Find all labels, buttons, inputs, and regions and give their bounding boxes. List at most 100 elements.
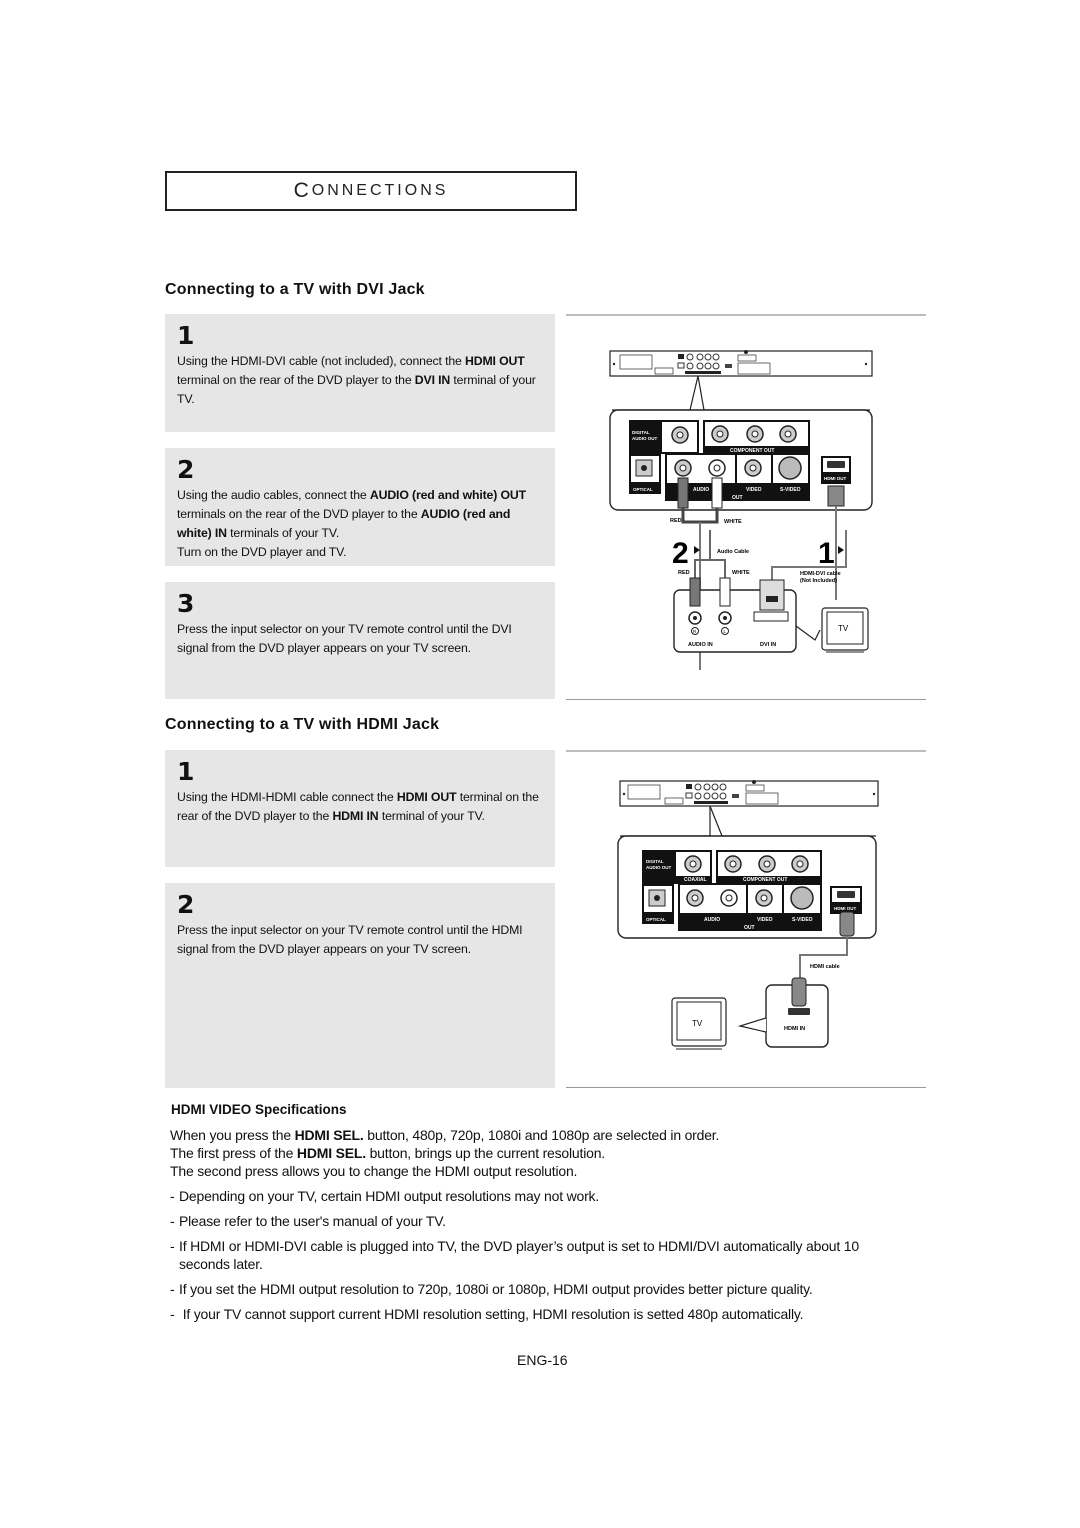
label-s-video: S-VIDEO xyxy=(792,917,813,923)
step-marker-1: 1 xyxy=(818,537,835,570)
label-white: WHITE xyxy=(724,519,742,525)
arrow-right-icon xyxy=(838,546,844,554)
label-digital: DIGITAL xyxy=(632,430,650,435)
bullet-text: If you set the HDMI output resolution to… xyxy=(179,1281,813,1297)
bullet-text: If your TV cannot support current HDMI r… xyxy=(179,1306,804,1322)
label-audio: AUDIO xyxy=(693,487,709,493)
text-segment: terminals on the rear of the DVD player … xyxy=(177,507,421,521)
specs-bullet: - If your TV cannot support current HDMI… xyxy=(170,1305,920,1323)
specs-bullet: - Please refer to the user's manual of y… xyxy=(170,1212,920,1230)
bullet-text: Please refer to the user's manual of you… xyxy=(179,1213,446,1229)
emphasis-text: AUDIO (red and white) OUT xyxy=(369,488,526,502)
specs-intro: When you press the HDMI SEL. button, 480… xyxy=(170,1126,920,1180)
step-number: 1 xyxy=(177,757,195,786)
text-segment: terminal of your TV. xyxy=(378,809,485,823)
bullet-marker: - xyxy=(170,1281,175,1297)
label-not-included: (Not Included) xyxy=(800,578,837,584)
dvi-step-2: 2 Using the audio cables, connect the AU… xyxy=(165,448,555,566)
dvi-section-title: Connecting to a TV with DVI Jack xyxy=(165,281,425,298)
label-digital: DIGITAL xyxy=(646,859,664,864)
text-segment: When you press the xyxy=(170,1127,295,1143)
text-segment: button, 480p, 720p, 1080i and 1080p are … xyxy=(363,1127,720,1143)
divider xyxy=(566,699,926,700)
specs-bullet: - If you set the HDMI output resolution … xyxy=(170,1280,920,1298)
divider xyxy=(566,750,926,752)
label-hdmi-out: HDMI OUT xyxy=(824,476,846,481)
dvi-step-1: 1 Using the HDMI-DVI cable (not included… xyxy=(165,314,555,432)
enlarged-rear-panel: DIGITAL AUDIO OUT COAXIAL COMPONENT OUT … xyxy=(617,835,877,939)
specs-intro-line: When you press the HDMI SEL. button, 480… xyxy=(170,1126,920,1144)
hdmi-section-title: Connecting to a TV with HDMI Jack xyxy=(165,716,440,733)
label-red: RED xyxy=(670,518,682,524)
text-segment: button, brings up the current resolution… xyxy=(365,1145,606,1161)
label-hdmi-out: HDMI OUT xyxy=(834,906,856,911)
emphasis-text: HDMI SEL. xyxy=(296,1145,366,1161)
label-out: OUT xyxy=(744,925,755,931)
tv-icon: TV xyxy=(671,997,727,1050)
label-white: WHITE xyxy=(732,570,750,576)
label-optical: OPTICAL xyxy=(633,487,653,492)
label-coaxial: COAXIAL xyxy=(684,877,707,883)
specs-intro-line: The second press allows you to change th… xyxy=(170,1162,920,1180)
specs-title: HDMI VIDEO Specifications xyxy=(171,1102,347,1117)
label-out: OUT xyxy=(732,495,743,501)
text-segment: terminals of your TV. xyxy=(226,526,340,540)
section-header-rest: ONNECTIONS xyxy=(311,182,449,199)
label-video: VIDEO xyxy=(757,917,773,923)
hdmi-step-2: 2 Press the input selector on your TV re… xyxy=(165,883,555,1088)
label-hdmi-dvi-cable: HDMI-DVI cable xyxy=(800,571,841,577)
label-video: VIDEO xyxy=(746,487,762,493)
label-audio-out: AUDIO OUT xyxy=(632,436,658,441)
step-text: Using the HDMI-DVI cable (not included),… xyxy=(177,352,543,409)
emphasis-text: HDMI OUT xyxy=(396,790,457,804)
step-number: 2 xyxy=(177,455,195,484)
dvi-step-3: 3 Press the input selector on your TV re… xyxy=(165,582,555,699)
text-segment: The second press allows you to change th… xyxy=(170,1163,578,1179)
label-audio: AUDIO xyxy=(704,917,720,923)
enlarged-rear-panel: DIGITAL AUDIO OUT COAXIAL COMPONENT OUT … xyxy=(609,409,873,511)
label-hdmi-in: HDMI IN xyxy=(784,1026,805,1032)
bullet-text: If HDMI or HDMI-DVI cable is plugged int… xyxy=(179,1238,859,1272)
label-component-out: COMPONENT OUT xyxy=(743,877,787,883)
section-header-initial: C xyxy=(293,179,312,202)
text-segment: Press the input selector on your TV remo… xyxy=(177,622,512,655)
step-number: 1 xyxy=(177,321,195,350)
bullet-marker: - xyxy=(170,1238,175,1254)
step-text: Press the input selector on your TV remo… xyxy=(177,921,543,959)
dvi-tv-connection-diagram: 2 1 Audio Cable RED WHITE HDMI-DVI cable… xyxy=(672,530,869,653)
specs-bullet: - If HDMI or HDMI-DVI cable is plugged i… xyxy=(170,1237,920,1273)
divider xyxy=(566,1087,926,1088)
bullet-marker: - xyxy=(170,1306,175,1322)
label-audio-in: AUDIO IN xyxy=(688,642,713,648)
label-s-video: S-VIDEO xyxy=(780,487,801,493)
step-text: Press the input selector on your TV remo… xyxy=(177,620,543,658)
specs-bullets: - Depending on your TV, certain HDMI out… xyxy=(170,1187,920,1323)
step-number: 2 xyxy=(177,890,195,919)
tv-icon: TV xyxy=(821,607,869,653)
text-segment: Using the HDMI-DVI cable (not included),… xyxy=(177,354,465,368)
emphasis-text: HDMI SEL. xyxy=(294,1127,364,1143)
dvd-player-rear-panel xyxy=(619,780,879,807)
text-segment: terminal on the rear of the DVD player t… xyxy=(177,373,415,387)
hdmi-step-1: 1 Using the HDMI-HDMI cable connect the … xyxy=(165,750,555,867)
arrow-right-icon xyxy=(694,546,700,554)
step-text: Using the audio cables, connect the AUDI… xyxy=(177,486,543,543)
bullet-text: Depending on your TV, certain HDMI outpu… xyxy=(179,1188,600,1204)
label-audio-out: AUDIO OUT xyxy=(646,865,672,870)
step-extra-text: Turn on the DVD player and TV. xyxy=(177,545,347,559)
label-hdmi-cable: HDMI cable xyxy=(810,964,840,970)
section-header: C ONNECTIONS xyxy=(165,171,577,211)
specs-bullet: - Depending on your TV, certain HDMI out… xyxy=(170,1187,920,1205)
emphasis-text: DVI IN xyxy=(414,373,451,387)
step-marker-2: 2 xyxy=(672,537,689,570)
bullet-marker: - xyxy=(170,1188,175,1204)
emphasis-text: HDMI OUT xyxy=(465,354,525,368)
label-optical: OPTICAL xyxy=(646,917,666,922)
dvd-player-rear-panel xyxy=(609,350,873,377)
hdmi-connection-diagram: DIGITAL AUDIO OUT COAXIAL COMPONENT OUT … xyxy=(617,780,879,1050)
label-audio-cable: Audio Cable xyxy=(717,549,749,555)
text-segment: Using the audio cables, connect the xyxy=(177,488,370,502)
label-dvi-in: DVI IN xyxy=(760,642,776,648)
specs-intro-line: The first press of the HDMI SEL. button,… xyxy=(170,1144,920,1162)
text-segment: The first press of the xyxy=(170,1145,297,1161)
